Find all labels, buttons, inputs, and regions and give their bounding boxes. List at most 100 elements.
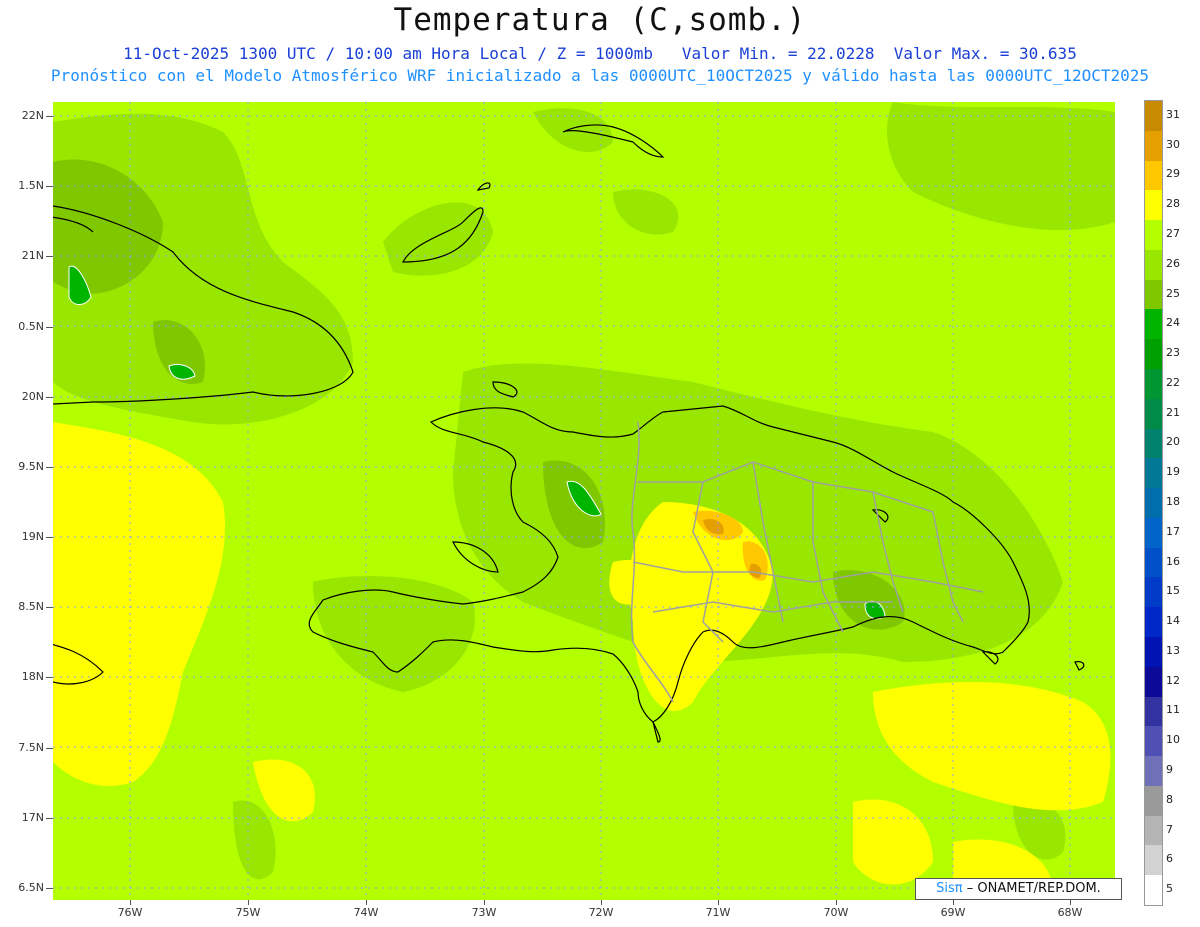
lon-label: 71W (705, 906, 731, 919)
lon-label: 74W (353, 906, 379, 919)
legend-swatch (1145, 607, 1162, 638)
color-legend (1144, 100, 1163, 906)
lon-label: 76W (117, 906, 143, 919)
lat-label: 18N (21, 670, 44, 683)
lon-label: 70W (823, 906, 849, 919)
lon-tick (953, 900, 954, 905)
map-title: Temperatura (C,somb.) (393, 2, 807, 38)
lat-tick (46, 256, 53, 257)
legend-label: 22 (1166, 375, 1180, 389)
lat-label: 0.5N (18, 320, 44, 333)
legend-swatch (1145, 160, 1162, 191)
legend-label: 13 (1166, 643, 1180, 657)
lat-label: 9.5N (18, 460, 44, 473)
run-info: 11-Oct-2025 1300 UTC / 10:00 am Hora Loc… (0, 44, 1200, 63)
legend-swatch (1145, 577, 1162, 608)
legend-label: 7 (1166, 822, 1173, 836)
map-layers (53, 102, 1115, 900)
legend-label: 16 (1166, 554, 1180, 568)
legend-label: 23 (1166, 346, 1180, 360)
legend-label: 11 (1166, 703, 1180, 717)
legend-label: 15 (1166, 584, 1180, 598)
lat-tick (46, 888, 53, 889)
lon-label: 75W (235, 906, 261, 919)
legend-swatch (1145, 696, 1162, 727)
legend-label: 30 (1166, 137, 1180, 151)
lon-label: 73W (471, 906, 497, 919)
lon-tick (130, 900, 131, 905)
model-info: Pronóstico con el Modelo Atmosférico WRF… (50, 66, 1150, 85)
legend-swatch (1145, 726, 1162, 757)
legend-label: 17 (1166, 524, 1180, 538)
lon-tick (1070, 900, 1071, 905)
lat-tick (46, 186, 53, 187)
legend-swatch (1145, 815, 1162, 846)
legend-label: 5 (1166, 882, 1173, 896)
legend-label: 18 (1166, 495, 1180, 508)
legend-label: 12 (1166, 673, 1180, 687)
legend-label: 14 (1166, 614, 1180, 628)
lon-label: 69W (940, 906, 966, 919)
legend-swatch (1145, 875, 1162, 906)
legend-label: 20 (1166, 435, 1180, 449)
lon-tick (836, 900, 837, 905)
lon-tick (484, 900, 485, 905)
lat-label: 7.5N (18, 741, 44, 754)
lat-tick (46, 748, 53, 749)
lat-tick (46, 397, 53, 398)
legend-label: 25 (1166, 286, 1180, 300)
lat-label: 17N (21, 811, 44, 824)
lon-tick (248, 900, 249, 905)
legend-label: 31 (1166, 107, 1180, 121)
credit-box: Sisπ – ONAMET/REP.DOM. (915, 878, 1122, 900)
legend-swatch (1145, 666, 1162, 697)
legend-swatch (1145, 279, 1162, 310)
lat-tick (46, 116, 53, 117)
legend-swatch (1145, 488, 1162, 519)
legend-label: 24 (1166, 316, 1180, 330)
legend-swatch (1145, 369, 1162, 399)
legend-swatch (1145, 220, 1162, 251)
lat-label: 8.5N (18, 600, 44, 613)
lat-tick (46, 818, 53, 819)
legend-swatch (1145, 517, 1162, 548)
legend-swatch (1145, 101, 1162, 131)
legend-label: 9 (1166, 763, 1173, 776)
lon-tick (718, 900, 719, 905)
temperature-map (53, 102, 1115, 900)
lat-tick (46, 537, 53, 538)
legend-swatch (1145, 190, 1162, 221)
legend-label: 29 (1166, 167, 1180, 181)
lon-label: 68W (1057, 906, 1083, 919)
legend-swatch (1145, 130, 1162, 161)
run-time: 11-Oct-2025 1300 UTC / 10:00 am Hora Loc… (123, 44, 653, 63)
lat-label: 22N (21, 109, 44, 122)
lat-label: 1.5N (18, 179, 44, 192)
legend-label: 10 (1166, 733, 1180, 747)
legend-label: 26 (1166, 256, 1180, 270)
lat-tick (46, 327, 53, 328)
legend-swatch (1145, 398, 1162, 429)
lat-tick (46, 607, 53, 608)
legend-label: 19 (1166, 465, 1180, 479)
legend-swatch (1145, 339, 1162, 370)
legend-label: 27 (1166, 227, 1180, 240)
min-value: Valor Min. = 22.0228 (681, 44, 875, 63)
legend-swatch (1145, 458, 1162, 489)
credit-org: – ONAMET/REP.DOM. (966, 881, 1101, 896)
lat-label: 20N (21, 390, 44, 403)
legend-label: 6 (1166, 852, 1173, 866)
legend-label: 21 (1166, 405, 1180, 419)
max-value: Valor Max. = 30.635 (893, 44, 1077, 63)
legend-swatch (1145, 249, 1162, 280)
lon-tick (601, 900, 602, 905)
legend-swatch (1145, 845, 1162, 876)
lat-label: 21N (21, 249, 44, 262)
legend-swatch (1145, 428, 1162, 459)
legend-swatch (1145, 756, 1162, 787)
legend-label: 8 (1166, 792, 1173, 806)
legend-swatch (1145, 785, 1162, 816)
lat-label: 6.5N (18, 881, 44, 894)
lon-tick (366, 900, 367, 905)
lat-tick (46, 677, 53, 678)
